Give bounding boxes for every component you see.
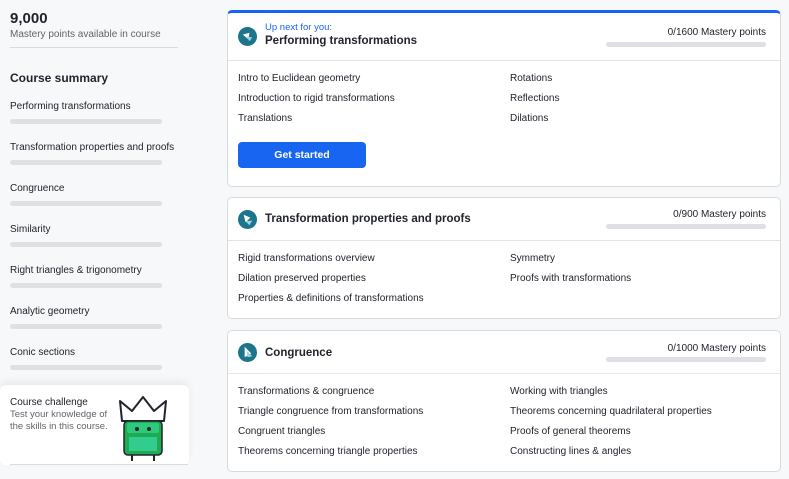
course-challenge-description: Test your knowledge of the skills in thi…	[10, 409, 108, 432]
sidebar-item-analytic-geometry[interactable]: Analytic geometry	[10, 306, 165, 329]
unit-title[interactable]: Congruence	[265, 347, 332, 359]
lesson-link[interactable]: Rigid transformations overview	[238, 253, 375, 264]
lesson-link[interactable]: Rotations	[510, 73, 552, 84]
lesson-link[interactable]: Intro to Euclidean geometry	[238, 73, 360, 84]
mastery-progress-bar	[606, 224, 766, 229]
sidebar-progress-bar	[10, 242, 162, 247]
lesson-link[interactable]: Constructing lines & angles	[510, 446, 631, 457]
sidebar-item-label: Performing transformations	[10, 101, 131, 112]
lesson-link[interactable]: Working with triangles	[510, 386, 608, 397]
mastery-points: 0/1600 Mastery points	[667, 27, 766, 38]
lesson-link[interactable]: Dilation preserved properties	[238, 273, 366, 284]
unit-card-transformation-properties: Transformation properties and proofs 0/9…	[227, 197, 781, 319]
sidebar-item-label: Similarity	[10, 224, 51, 235]
up-next-label: Up next for you:	[265, 22, 333, 33]
lesson-link[interactable]: Translations	[238, 113, 292, 124]
divider	[10, 464, 188, 465]
unit-title[interactable]: Performing transformations	[265, 35, 417, 47]
unit-icon	[238, 210, 257, 229]
divider	[10, 47, 178, 48]
unit-card-congruence: Congruence 0/1000 Mastery points Transfo…	[227, 330, 781, 472]
crown-character-icon	[119, 396, 167, 461]
sidebar-item-right-triangles[interactable]: Right triangles & trigonometry	[10, 265, 165, 288]
mastery-progress-bar	[606, 42, 766, 47]
course-challenge-card[interactable]: Course challenge Test your knowledge of …	[0, 385, 189, 465]
course-challenge-title: Course challenge	[10, 397, 88, 408]
mastery-points: 0/900 Mastery points	[673, 209, 766, 220]
sidebar-progress-bar	[10, 283, 162, 288]
sidebar-progress-bar	[10, 324, 162, 329]
lesson-link[interactable]: Introduction to rigid transformations	[238, 93, 395, 104]
lesson-link[interactable]: Transformations & congruence	[238, 386, 374, 397]
course-page: 9,000 Mastery points available in course…	[0, 0, 789, 479]
sidebar-item-label: Congruence	[10, 183, 65, 194]
course-summary-title: Course summary	[10, 71, 109, 85]
sidebar-item-conic-sections[interactable]: Conic sections	[10, 347, 165, 370]
lesson-link[interactable]: Reflections	[510, 93, 559, 104]
sidebar-item-congruence[interactable]: Congruence	[10, 183, 165, 206]
sidebar: 9,000 Mastery points available in course…	[0, 0, 196, 479]
divider	[228, 60, 780, 61]
lesson-link[interactable]: Symmetry	[510, 253, 555, 264]
lesson-link[interactable]: Theorems concerning triangle properties	[238, 446, 418, 457]
unit-icon	[238, 27, 257, 46]
mastery-points: 0/1000 Mastery points	[667, 343, 766, 354]
unit-icon	[238, 343, 257, 362]
sidebar-progress-bar	[10, 160, 162, 165]
mastery-progress-bar	[606, 357, 766, 362]
sidebar-progress-bar	[10, 365, 162, 370]
sidebar-progress-bar	[10, 119, 162, 124]
lesson-link[interactable]: Dilations	[510, 113, 548, 124]
points-value: 9,000	[10, 10, 48, 27]
points-label: Mastery points available in course	[10, 29, 161, 40]
sidebar-item-label: Analytic geometry	[10, 306, 90, 317]
sidebar-item-similarity[interactable]: Similarity	[10, 224, 165, 247]
sidebar-progress-bar	[10, 201, 162, 206]
divider	[228, 373, 780, 374]
unit-card-performing-transformations: Up next for you: Performing transformati…	[227, 10, 781, 187]
lesson-link[interactable]: Proofs with transformations	[510, 273, 631, 284]
lesson-link[interactable]: Triangle congruence from transformations	[238, 406, 423, 417]
points-summary: 9,000 Mastery points available in course	[10, 10, 178, 40]
sidebar-item-transformation-properties[interactable]: Transformation properties and proofs	[10, 142, 175, 165]
lesson-link[interactable]: Congruent triangles	[238, 426, 325, 437]
sidebar-item-label: Transformation properties and proofs	[10, 142, 175, 153]
lesson-link[interactable]: Theorems concerning quadrilateral proper…	[510, 406, 712, 417]
unit-title[interactable]: Transformation properties and proofs	[265, 213, 471, 225]
sidebar-item-label: Conic sections	[10, 347, 76, 358]
divider	[228, 240, 780, 241]
lesson-link[interactable]: Proofs of general theorems	[510, 426, 631, 437]
get-started-button[interactable]: Get started	[238, 142, 366, 168]
sidebar-item-performing-transformations[interactable]: Performing transformations	[10, 101, 165, 124]
lesson-link[interactable]: Properties & definitions of transformati…	[238, 293, 424, 304]
sidebar-item-label: Right triangles & trigonometry	[10, 265, 142, 276]
